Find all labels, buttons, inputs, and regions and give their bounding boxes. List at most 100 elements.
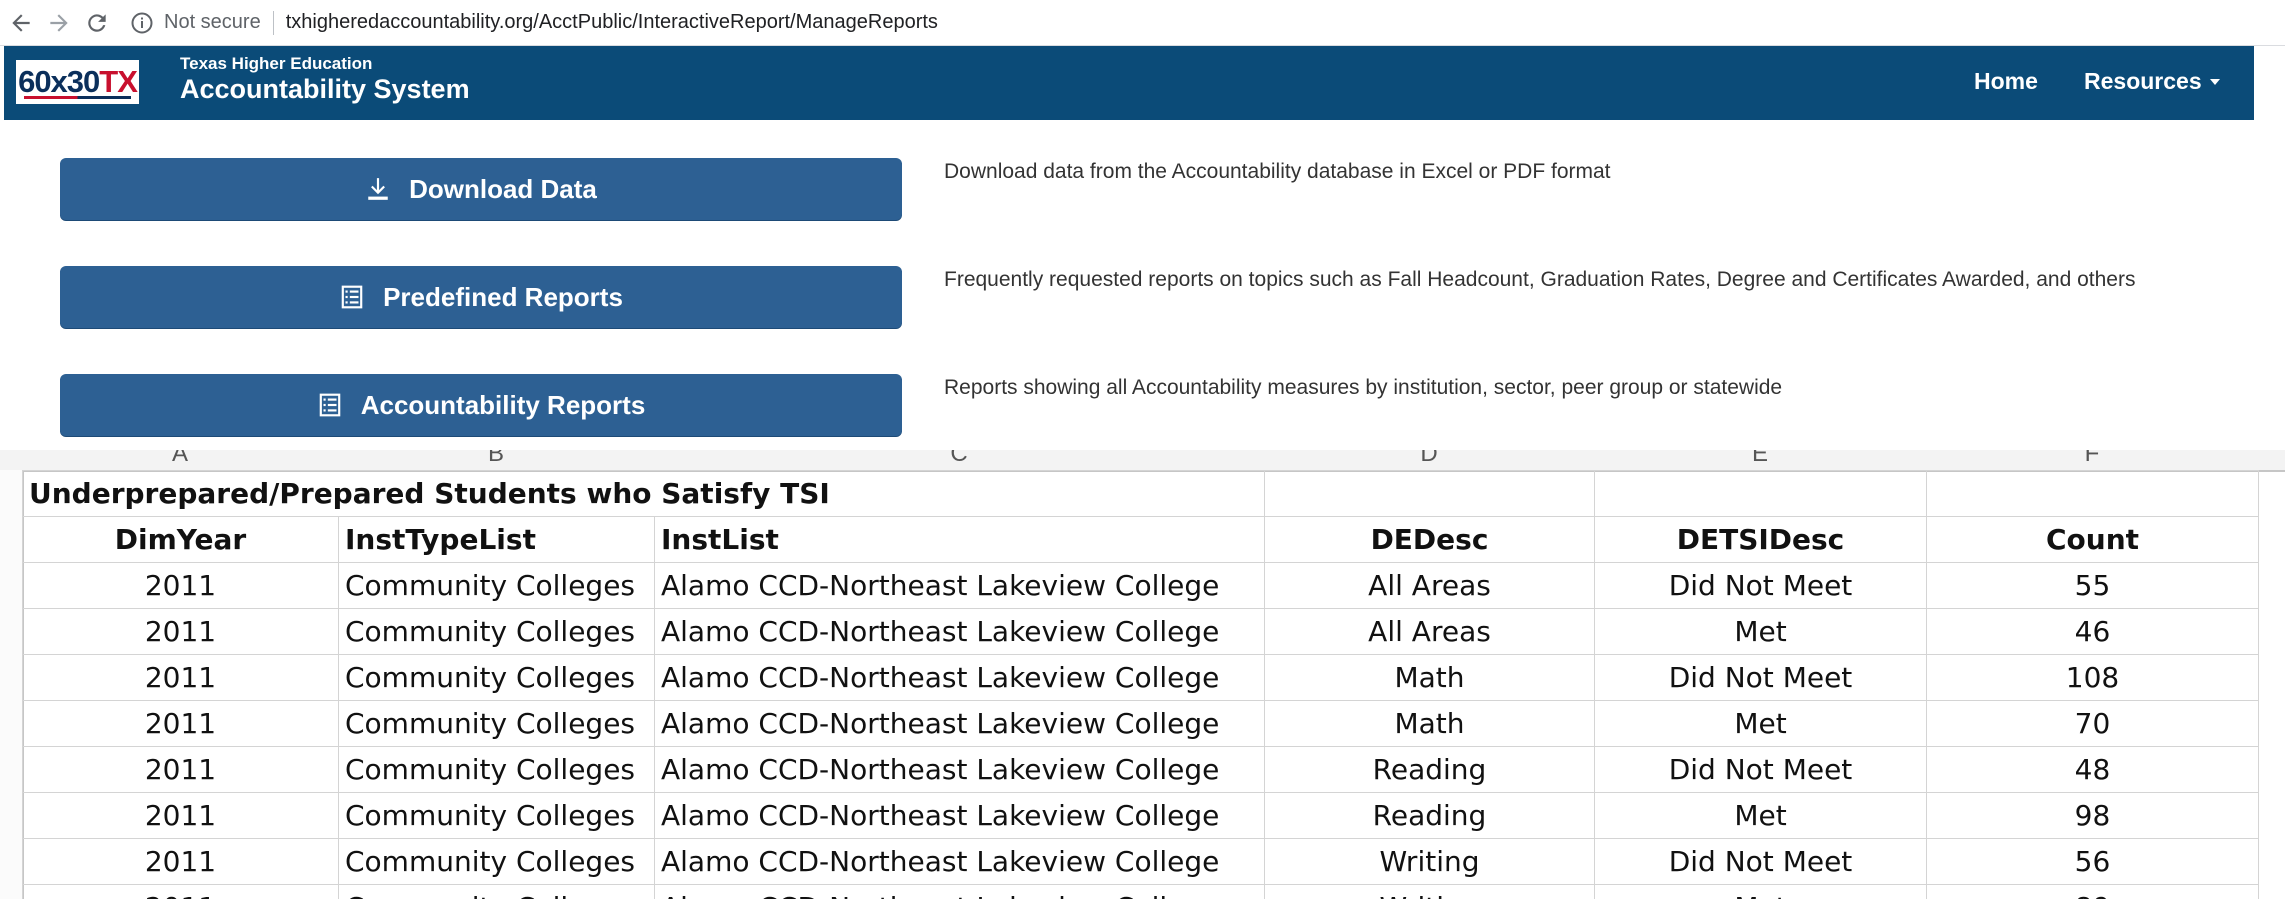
predefined-reports-label: Predefined Reports [383, 281, 623, 312]
header-cell-detsidesc[interactable]: DETSIDesc [1594, 516, 1927, 563]
accountability-reports-button[interactable]: Accountability Reports [60, 374, 902, 436]
cell-instlist[interactable]: Alamo CCD-Northeast Lakeview College [654, 746, 1265, 793]
cell-insttypelist[interactable]: Community Colleges [338, 838, 655, 885]
cell-detsidesc[interactable]: Met [1594, 884, 1927, 899]
cell-dedesc[interactable]: Reading [1264, 746, 1595, 793]
cell-detsidesc[interactable]: Did Not Meet [1594, 746, 1927, 793]
cell-dedesc[interactable]: All Areas [1264, 562, 1595, 609]
cell-dimyear[interactable]: 2011 [22, 608, 339, 655]
cell-instlist[interactable]: Alamo CCD-Northeast Lakeview College [654, 838, 1265, 885]
cell-instlist[interactable]: Alamo CCD-Northeast Lakeview College [654, 654, 1265, 701]
header-cell-insttypelist[interactable]: InstTypeList [338, 516, 655, 563]
cell-detsidesc[interactable]: Did Not Meet [1594, 562, 1927, 609]
cell-insttypelist[interactable]: Community Colleges [338, 700, 655, 747]
accountability-reports-description: Reports showing all Accountability measu… [944, 376, 1783, 399]
logo-underline [24, 96, 131, 99]
title-row: Underprepared/Prepared Students who Sati… [22, 470, 2259, 517]
cell-dedesc[interactable]: Math [1264, 700, 1595, 747]
cell-dimyear[interactable]: 2011 [22, 792, 339, 839]
header-cell-dedesc[interactable]: DEDesc [1264, 516, 1595, 563]
download-data-label: Download Data [409, 173, 597, 204]
nav-resources-dropdown[interactable]: Resources [2084, 68, 2220, 95]
cell-detsidesc[interactable]: Met [1594, 700, 1927, 747]
empty-cell[interactable] [1264, 470, 1595, 517]
nav-home-link[interactable]: Home [1974, 68, 2038, 95]
cell-dedesc[interactable]: All Areas [1264, 608, 1595, 655]
cell-count[interactable]: 108 [1926, 654, 2259, 701]
brand-title[interactable]: Accountability System [180, 74, 470, 105]
cell-insttypelist[interactable]: Community Colleges [338, 562, 655, 609]
cell-dimyear[interactable]: 2011 [22, 884, 339, 899]
column-header-strip: A B C D E F [0, 450, 2285, 472]
table-row: 2011Community CollegesAlamo CCD-Northeas… [22, 838, 2259, 885]
column-letter-d[interactable]: D [1264, 450, 1594, 468]
table-row: 2011Community CollegesAlamo CCD-Northeas… [22, 608, 2259, 655]
back-button[interactable] [4, 6, 38, 40]
column-letter-e[interactable]: E [1594, 450, 1926, 468]
cell-detsidesc[interactable]: Did Not Meet [1594, 838, 1927, 885]
sheet-title-cell[interactable]: Underprepared/Prepared Students who Sati… [22, 470, 1265, 517]
cell-instlist[interactable]: Alamo CCD-Northeast Lakeview College [654, 608, 1265, 655]
caret-down-icon [2209, 78, 2220, 85]
column-letter-b[interactable]: B [338, 450, 654, 468]
cell-count[interactable]: 98 [1926, 792, 2259, 839]
table-row: 2011Community CollegesAlamo CCD-Northeas… [22, 884, 2259, 899]
cell-detsidesc[interactable]: Met [1594, 792, 1927, 839]
table-row: 2011Community CollegesAlamo CCD-Northeas… [22, 792, 2259, 839]
forward-button[interactable] [42, 6, 76, 40]
cell-insttypelist[interactable]: Community Colleges [338, 884, 655, 899]
cell-dimyear[interactable]: 2011 [22, 562, 339, 609]
cell-count[interactable]: 55 [1926, 562, 2259, 609]
header-cell-dimyear[interactable]: DimYear [22, 516, 339, 563]
table-row: 2011Community CollegesAlamo CCD-Northeas… [22, 562, 2259, 609]
cell-insttypelist[interactable]: Community Colleges [338, 654, 655, 701]
cell-instlist[interactable]: Alamo CCD-Northeast Lakeview College [654, 884, 1265, 899]
cell-detsidesc[interactable]: Did Not Meet [1594, 654, 1927, 701]
cell-dimyear[interactable]: 2011 [22, 838, 339, 885]
download-data-button[interactable]: Download Data [60, 158, 902, 220]
cell-dedesc[interactable]: Writing [1264, 838, 1595, 885]
empty-cell[interactable] [1926, 470, 2259, 517]
security-label: Not secure [164, 11, 261, 33]
info-icon[interactable] [130, 11, 154, 35]
cell-insttypelist[interactable]: Community Colleges [338, 792, 655, 839]
predefined-reports-button[interactable]: Predefined Reports [60, 266, 902, 328]
column-letter-c[interactable]: C [654, 450, 1264, 468]
url-text[interactable]: txhigheredaccountability.org/AcctPublic/… [286, 11, 938, 34]
download-data-description: Download data from the Accountability da… [944, 160, 1611, 183]
cell-instlist[interactable]: Alamo CCD-Northeast Lakeview College [654, 562, 1265, 609]
header-cell-instlist[interactable]: InstList [654, 516, 1265, 563]
data-table: Underprepared/Prepared Students who Sati… [22, 470, 2259, 899]
cell-instlist[interactable]: Alamo CCD-Northeast Lakeview College [654, 700, 1265, 747]
table-row: 2011Community CollegesAlamo CCD-Northeas… [22, 654, 2259, 701]
reload-button[interactable] [80, 6, 114, 40]
cell-dimyear[interactable]: 2011 [22, 654, 339, 701]
column-letter-a[interactable]: A [22, 450, 338, 468]
empty-cell[interactable] [1594, 470, 1927, 517]
column-letter-f[interactable]: F [1926, 450, 2258, 468]
cell-dedesc[interactable]: Reading [1264, 792, 1595, 839]
cell-count[interactable]: 70 [1926, 700, 2259, 747]
cell-dedesc[interactable]: Math [1264, 654, 1595, 701]
site-header: 60x30 TX Texas Higher Education Accountab… [4, 46, 2254, 120]
cell-instlist[interactable]: Alamo CCD-Northeast Lakeview College [654, 792, 1265, 839]
cell-insttypelist[interactable]: Community Colleges [338, 608, 655, 655]
cell-dedesc[interactable]: Writing [1264, 884, 1595, 899]
cell-count[interactable]: 46 [1926, 608, 2259, 655]
row-number-gutter [0, 470, 24, 899]
cell-count[interactable]: 89 [1926, 884, 2259, 899]
cell-count[interactable]: 56 [1926, 838, 2259, 885]
address-bar[interactable]: Not secure txhigheredaccountability.org/… [130, 10, 938, 35]
table-row: 2011Community CollegesAlamo CCD-Northeas… [22, 700, 2259, 747]
cell-detsidesc[interactable]: Met [1594, 608, 1927, 655]
cell-dimyear[interactable]: 2011 [22, 700, 339, 747]
accountability-reports-label: Accountability Reports [360, 389, 646, 420]
download-icon [368, 178, 388, 200]
cell-dimyear[interactable]: 2011 [22, 746, 339, 793]
cell-count[interactable]: 48 [1926, 746, 2259, 793]
cell-insttypelist[interactable]: Community Colleges [338, 746, 655, 793]
header-cell-count[interactable]: Count [1926, 516, 2259, 563]
reload-icon [88, 13, 106, 32]
site-logo[interactable]: 60x30 TX [14, 58, 141, 106]
url-divider [272, 10, 274, 35]
